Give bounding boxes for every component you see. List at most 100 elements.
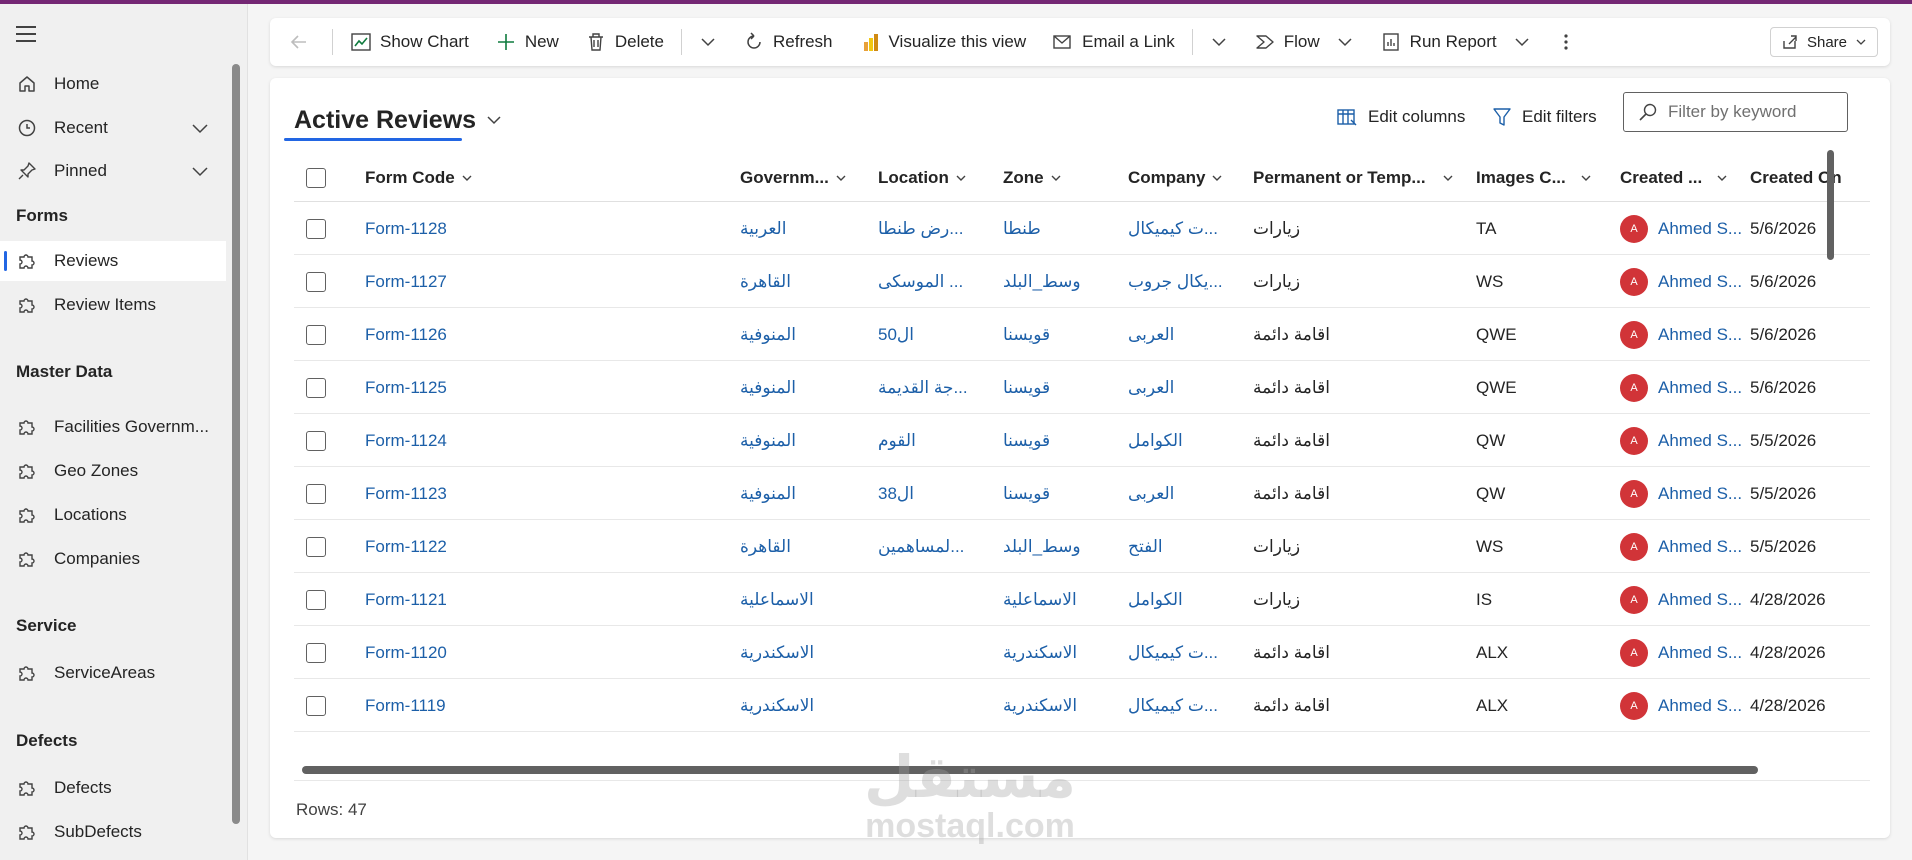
cell-location[interactable]: ...لمساهمين	[878, 520, 988, 573]
table-row[interactable]: Form-1118 أسيوط اسيوط ...ت ابن اقامة دائمة AS…	[294, 732, 1870, 736]
table-row[interactable]: Form-1122 القاهرة ...لمساهمين وسط_البلد الفت…	[294, 520, 1870, 573]
filter-by-keyword-input[interactable]	[1668, 102, 1838, 122]
cell-zone[interactable]: وسط_البلد	[1003, 255, 1113, 308]
row-checkbox[interactable]	[306, 430, 326, 451]
table-row[interactable]: Form-1128 العربية ...رض طنطا طنطا ...ت كيميك…	[294, 202, 1870, 255]
cell-zone[interactable]: قويسنا	[1003, 361, 1113, 414]
row-checkbox[interactable]	[306, 483, 326, 504]
back-button[interactable]	[270, 18, 328, 66]
sidebar-item-service-areas[interactable]: ServiceAreas	[0, 653, 226, 693]
cell-form-code[interactable]: Form-1126	[365, 308, 665, 361]
column-header-form-code[interactable]: Form Code	[365, 154, 473, 202]
cell-form-code[interactable]: Form-1124	[365, 414, 665, 467]
cell-location[interactable]: ال38	[878, 467, 988, 520]
cell-created-by[interactable]: AAhmed S...	[1620, 679, 1745, 732]
sidebar-item-reviews[interactable]: Reviews	[0, 241, 226, 281]
cell-government[interactable]: الاسماعلية	[740, 573, 860, 626]
row-checkbox[interactable]	[306, 324, 326, 345]
cell-government[interactable]: المنوفية	[740, 467, 860, 520]
more-delete-options-button[interactable]	[686, 18, 730, 66]
table-row[interactable]: Form-1123 المنوفية ال38 قويسنا العربى اقامة د…	[294, 467, 1870, 520]
row-checkbox[interactable]	[306, 536, 326, 557]
cell-created-by[interactable]: AAhmed S...	[1620, 520, 1745, 573]
grid-vertical-scrollbar[interactable]	[1827, 150, 1834, 260]
cell-company[interactable]: ...ت ابن	[1128, 732, 1238, 736]
cell-government[interactable]: أسيوط	[740, 732, 860, 736]
show-chart-button[interactable]: Show Chart	[337, 18, 482, 66]
cell-government[interactable]: الاسكندرية	[740, 679, 860, 732]
table-row[interactable]: Form-1120 الاسكندرية الاسكندرية ...ت كيميكا…	[294, 626, 1870, 679]
cell-location[interactable]	[878, 679, 988, 732]
email-link-button[interactable]: Email a Link	[1039, 18, 1188, 66]
column-header-government[interactable]: Governm...	[740, 154, 847, 202]
sidebar-item-home[interactable]: Home	[0, 64, 226, 104]
cell-government[interactable]: القاهرة	[740, 520, 860, 573]
sidebar-item-recent[interactable]: Recent	[0, 108, 226, 148]
more-email-options-button[interactable]	[1197, 18, 1241, 66]
cell-zone[interactable]: طنطا	[1003, 202, 1113, 255]
cell-company[interactable]: ...ت كيميكال	[1128, 202, 1238, 255]
sidebar-item-subdefects[interactable]: SubDefects	[0, 812, 226, 852]
chevron-down-icon[interactable]	[190, 161, 210, 186]
new-button[interactable]: New	[482, 18, 572, 66]
sidebar-item-defects[interactable]: Defects	[0, 768, 226, 808]
table-row[interactable]: Form-1124 المنوفية القوم قويسنا الكوامل اقامة…	[294, 414, 1870, 467]
flow-button[interactable]: Flow	[1241, 18, 1367, 66]
cell-government[interactable]: العربية	[740, 202, 860, 255]
column-header-company[interactable]: Company	[1128, 154, 1223, 202]
cell-form-code[interactable]: Form-1125	[365, 361, 665, 414]
grid-horizontal-scrollbar[interactable]	[302, 766, 1758, 774]
edit-filters-button[interactable]: Edit filters	[1492, 100, 1597, 134]
more-commands-button[interactable]	[1544, 18, 1588, 66]
share-button[interactable]: Share	[1769, 27, 1878, 57]
row-checkbox[interactable]	[306, 642, 326, 663]
cell-zone[interactable]: قويسنا	[1003, 414, 1113, 467]
hamburger-menu-icon[interactable]	[16, 26, 38, 42]
row-checkbox[interactable]	[306, 271, 326, 292]
cell-form-code[interactable]: Form-1121	[365, 573, 665, 626]
sidebar-item-pinned[interactable]: Pinned	[0, 151, 226, 191]
cell-created-by[interactable]: AAhmed S...	[1620, 573, 1745, 626]
cell-form-code[interactable]: Form-1123	[365, 467, 665, 520]
cell-created-by[interactable]: AAhmed S...	[1620, 255, 1745, 308]
cell-created-by[interactable]: AAhmed S...	[1620, 202, 1745, 255]
cell-created-by[interactable]: AAhmed S...	[1620, 732, 1745, 736]
sidebar-item-review-items[interactable]: Review Items	[0, 285, 226, 325]
table-row[interactable]: Form-1126 المنوفية ال50 قويسنا العربى اقامة د…	[294, 308, 1870, 361]
visualize-view-button[interactable]: Visualize this view	[846, 18, 1040, 66]
cell-form-code[interactable]: Form-1128	[365, 202, 665, 255]
cell-form-code[interactable]: Form-1118	[365, 732, 665, 736]
cell-form-code[interactable]: Form-1127	[365, 255, 665, 308]
cell-location[interactable]: القوم	[878, 414, 988, 467]
table-row[interactable]: Form-1121 الاسماعلية الاسماعلية الكوامل زيار…	[294, 573, 1870, 626]
cell-company[interactable]: الكوامل	[1128, 573, 1238, 626]
refresh-button[interactable]: Refresh	[730, 18, 846, 66]
cell-company[interactable]: الفتح	[1128, 520, 1238, 573]
cell-location[interactable]	[878, 626, 988, 679]
cell-zone[interactable]: الاسماعلية	[1003, 573, 1113, 626]
sidebar-item-facilities-government[interactable]: Facilities Governm...	[0, 407, 226, 447]
cell-zone[interactable]: اسيوط	[1003, 732, 1113, 736]
filter-by-keyword-field[interactable]	[1623, 92, 1848, 132]
cell-location[interactable]: ال50	[878, 308, 988, 361]
cell-location[interactable]: ... الموسكى	[878, 255, 988, 308]
column-header-created-by[interactable]: Created ...	[1620, 154, 1728, 202]
cell-form-code[interactable]: Form-1119	[365, 679, 665, 732]
cell-company[interactable]: ...يكال جروب	[1128, 255, 1238, 308]
row-checkbox[interactable]	[306, 218, 326, 239]
column-header-location[interactable]: Location	[878, 154, 967, 202]
table-row[interactable]: Form-1127 القاهرة ... الموسكى وسط_البلد ...ي…	[294, 255, 1870, 308]
cell-created-by[interactable]: AAhmed S...	[1620, 467, 1745, 520]
cell-company[interactable]: ...ت كيميكال	[1128, 626, 1238, 679]
cell-company[interactable]: العربى	[1128, 467, 1238, 520]
cell-zone[interactable]: قويسنا	[1003, 467, 1113, 520]
sidebar-scrollbar[interactable]	[232, 64, 240, 824]
cell-zone[interactable]: الاسكندرية	[1003, 626, 1113, 679]
cell-created-by[interactable]: AAhmed S...	[1620, 414, 1745, 467]
column-header-zone[interactable]: Zone	[1003, 154, 1062, 202]
cell-government[interactable]: المنوفية	[740, 361, 860, 414]
run-report-button[interactable]: Run Report	[1367, 18, 1544, 66]
table-row[interactable]: Form-1119 الاسكندرية الاسكندرية ...ت كيميكا…	[294, 679, 1870, 732]
row-checkbox[interactable]	[306, 589, 326, 610]
cell-location[interactable]: ...جة القديمة	[878, 361, 988, 414]
